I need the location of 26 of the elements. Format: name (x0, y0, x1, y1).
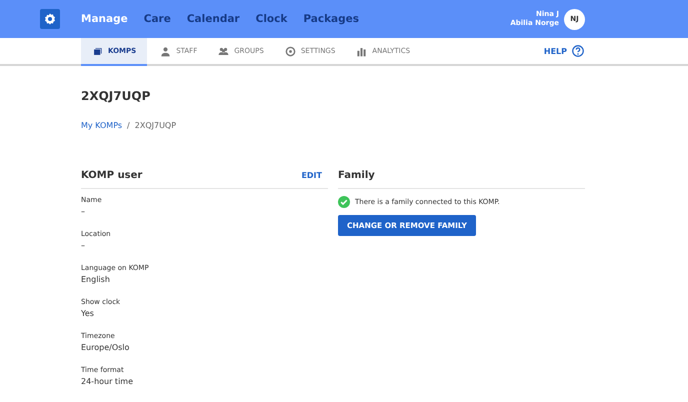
folders-icon (92, 46, 103, 56)
section-title: KOMP user (81, 170, 142, 180)
nav-link[interactable]: Manage (81, 13, 128, 25)
nav-link[interactable]: Clock (256, 13, 288, 25)
people-icon (218, 46, 230, 56)
breadcrumb-separator: / (127, 121, 130, 130)
field-value: English (81, 275, 111, 284)
help-icon (572, 45, 584, 57)
field-value: – (81, 207, 86, 216)
field-value: – (81, 241, 86, 250)
breadcrumb-current: 2XQJ7UQP (134, 121, 176, 130)
page-title: 2XQJ7UQP (81, 89, 152, 103)
section-title: Family (338, 170, 375, 180)
nav-link[interactable]: Packages (303, 13, 360, 25)
bar-chart-icon (356, 46, 368, 56)
nav-link[interactable]: Calendar (186, 13, 240, 25)
logo-icon[interactable] (40, 9, 60, 29)
edit-link[interactable]: EDIT (301, 170, 322, 180)
nav-link[interactable]: Care (144, 13, 171, 25)
settings-icon (284, 46, 296, 56)
help-link[interactable]: HELP (544, 38, 584, 64)
field-value: 24-hour time (81, 377, 134, 386)
person-icon (160, 46, 172, 56)
field-value: Yes (81, 309, 95, 318)
breadcrumb-link[interactable]: My KOMPs (81, 121, 122, 130)
field-value: Europe/Oslo (81, 343, 130, 352)
